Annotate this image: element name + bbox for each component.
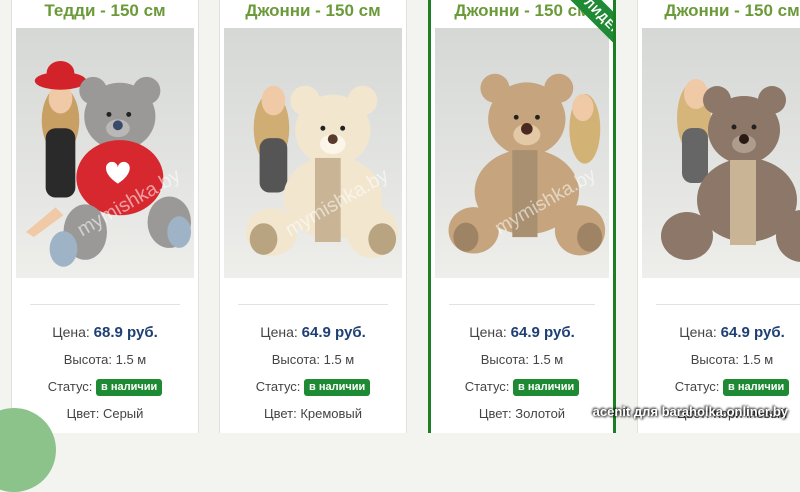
price-row: Цена: 68.9 руб. xyxy=(52,324,158,341)
color-row: Цвет: Кремовый xyxy=(263,406,363,421)
status-row: Статус: в наличии xyxy=(431,379,613,396)
source-caption: acenit для baraholka.onliner.by xyxy=(592,404,788,419)
status-badge: в наличии xyxy=(304,379,371,396)
product-photo[interactable]: mymishka.by xyxy=(16,28,194,278)
status-badge: в наличии xyxy=(513,379,580,396)
height-row: Высота: 1.5 м xyxy=(480,352,564,367)
status-row: Статус: в наличии xyxy=(638,379,800,396)
price-value: 64.9 руб. xyxy=(510,324,575,341)
price-row: Цена: 64.9 руб. xyxy=(469,324,575,341)
teddy-image: mymishka.by xyxy=(245,85,399,258)
product-title[interactable]: Джонни - 150 см xyxy=(220,0,406,22)
product-photo[interactable]: mymishka.by xyxy=(224,28,402,278)
teddy-image xyxy=(661,79,800,262)
product-photo[interactable]: mymishka.by xyxy=(435,28,609,278)
status-badge: в наличии xyxy=(96,379,163,396)
price-row: Цена: 64.9 руб. xyxy=(260,324,366,341)
price-value: 64.9 руб. xyxy=(301,324,366,341)
height-row: Высота: 1.5 м xyxy=(63,352,147,367)
divider xyxy=(656,304,800,305)
product-card[interactable]: Тедди - 150 см mymishka.by Цена: 68.9 ру… xyxy=(11,0,199,433)
height-row: Высота: 1.5 м xyxy=(690,352,774,367)
product-title[interactable]: Тедди - 150 см xyxy=(12,0,198,22)
product-card-leader[interactable]: Джонни - 150 см mymishka.by ЛИДЕР Цена: … xyxy=(428,0,616,433)
status-row: Статус: в наличии xyxy=(220,379,406,396)
status-row: Статус: в наличии xyxy=(12,379,198,396)
price-value: 68.9 руб. xyxy=(93,324,158,341)
price-row: Цена: 64.9 руб. xyxy=(679,324,785,341)
price-value: 64.9 руб. xyxy=(720,324,785,341)
teddy-image: mymishka.by xyxy=(25,61,192,267)
color-row: Цвет: Золотой xyxy=(478,406,566,421)
divider xyxy=(238,304,388,305)
divider xyxy=(449,304,595,305)
height-row: Высота: 1.5 м xyxy=(271,352,355,367)
product-title[interactable]: Джонни - 150 см xyxy=(638,0,800,22)
status-badge: в наличии xyxy=(723,379,790,396)
product-card[interactable]: Джонни - 150 см mymishka.by Цена: 64.9 р… xyxy=(219,0,407,433)
teddy-image: mymishka.by xyxy=(448,73,606,256)
divider xyxy=(30,304,180,305)
product-photo[interactable] xyxy=(642,28,800,278)
product-card[interactable]: Джонни - 150 см Цена: 64.9 руб. Высота: … xyxy=(637,0,800,433)
